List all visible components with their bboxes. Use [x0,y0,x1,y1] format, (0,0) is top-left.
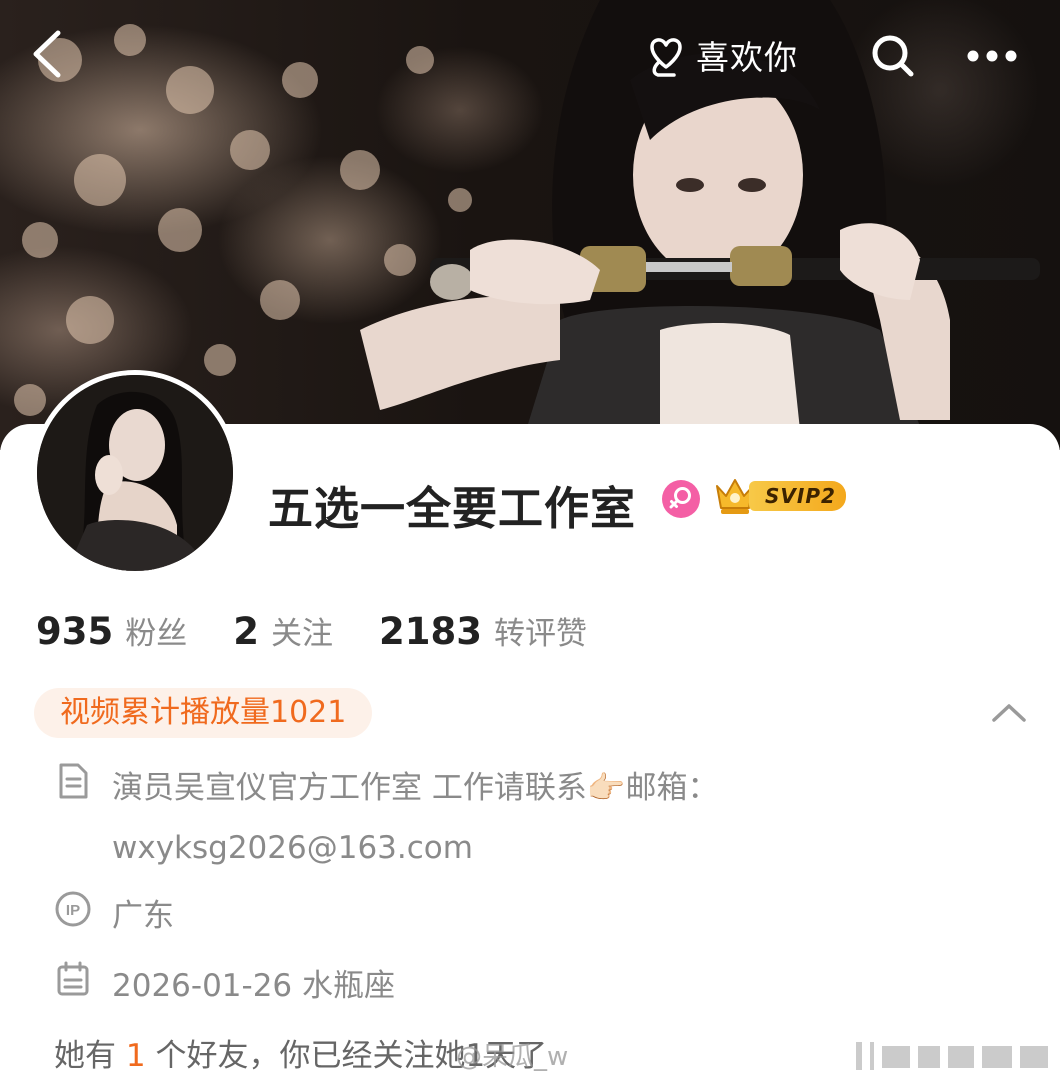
following-count: 2 [233,610,259,653]
interactions-count: 2183 [378,610,482,653]
ip-location-text: 广东 [112,898,174,934]
avatar-photo [37,375,233,571]
svg-text:IP: IP [66,902,80,919]
search-icon [872,35,914,77]
ip-location-icon: IP [55,891,91,927]
svip-badge[interactable]: SVIP2 [713,474,846,518]
video-plays-pill[interactable]: 视频累计播放量1021 [34,688,373,738]
birthday-row: 2026-01-26 水瓶座 [54,956,395,1016]
chevron-left-icon [33,30,61,78]
bio-text: 演员吴宣仪官方工作室 工作请联系👉🏻邮箱：wxyksg2026@163.com [112,770,719,866]
profile-name: 五选一全要工作室 [268,482,637,535]
stat-interactions[interactable]: 2183 转评赞 [379,608,587,653]
more-options-button[interactable] [962,30,1022,82]
search-button[interactable] [866,30,920,82]
heart-hand-icon [650,38,682,77]
birthday-text: 2026-01-26 水瓶座 [112,968,396,1004]
friends-count: 1 [125,1038,146,1074]
friends-prefix: 她有 [54,1038,116,1074]
more-dots-icon [967,50,1017,62]
followers-label: 粉丝 [125,616,188,652]
stat-following[interactable]: 2 关注 [233,608,333,653]
avatar[interactable] [32,370,238,576]
watermark-text: @呆瓜_w [456,1042,569,1072]
interactions-label: 转评赞 [493,616,587,652]
bio-row: 演员吴宣仪官方工作室 工作请联系👉🏻邮箱：wxyksg2026@163.com [54,758,812,878]
chevron-up-icon[interactable] [988,694,1030,730]
svip-label: SVIP2 [749,481,846,511]
calendar-icon [57,961,89,996]
followers-count: 935 [36,610,114,653]
ip-location-row: IP 广东 [54,886,174,946]
stat-followers[interactable]: 935 粉丝 [36,608,187,653]
back-button[interactable] [22,28,74,80]
like-you-label: 喜欢你 [696,38,798,77]
following-label: 关注 [270,616,333,652]
document-icon [59,763,88,799]
stats-row: 935 粉丝 2 关注 2183 转评赞 [36,608,587,653]
female-gender-icon [662,480,700,518]
like-you-button[interactable]: 喜欢你 [644,28,798,82]
watermark-logo [856,1042,1048,1070]
